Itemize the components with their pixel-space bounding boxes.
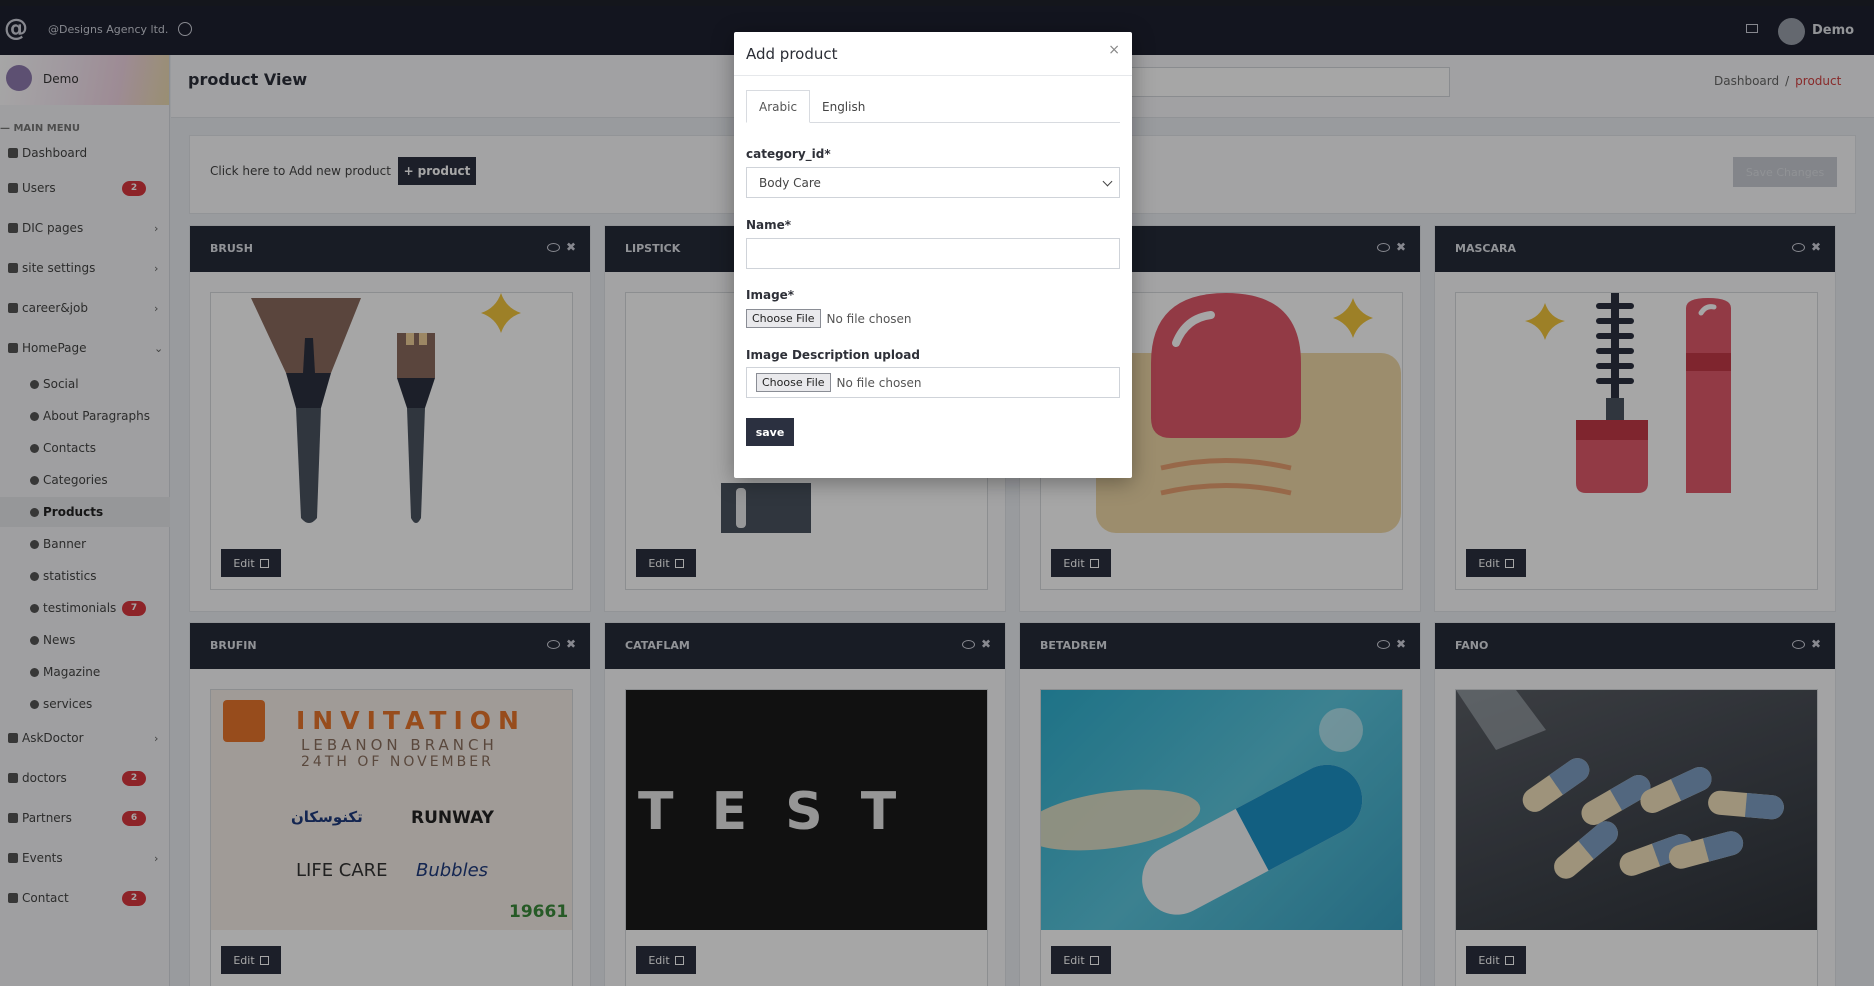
modal-title: Add product bbox=[746, 45, 838, 63]
no-file-text: No file chosen bbox=[836, 375, 922, 390]
image-file-input[interactable]: Choose File No file chosen bbox=[746, 309, 912, 328]
image-description-label: Image Description upload bbox=[746, 348, 920, 362]
choose-file-button[interactable]: Choose File bbox=[746, 309, 821, 328]
name-input[interactable] bbox=[746, 238, 1120, 269]
image-description-file-input[interactable]: Choose File No file chosen bbox=[746, 367, 1120, 398]
name-label: Name* bbox=[746, 218, 792, 232]
language-tabs: Arabic English bbox=[746, 90, 1120, 123]
tab-english[interactable]: English bbox=[810, 90, 877, 123]
tab-arabic[interactable]: Arabic bbox=[746, 90, 811, 123]
category-select[interactable]: Body Care bbox=[746, 167, 1120, 198]
add-product-modal: Add product × Arabic English category_id… bbox=[734, 32, 1132, 478]
image-label: Image* bbox=[746, 288, 795, 302]
chevron-down-icon bbox=[1102, 176, 1113, 187]
choose-file-button[interactable]: Choose File bbox=[756, 373, 831, 392]
close-icon[interactable]: × bbox=[1108, 42, 1120, 58]
modal-header: Add product × bbox=[734, 32, 1132, 76]
category-label: category_id* bbox=[746, 147, 831, 161]
no-file-text: No file chosen bbox=[826, 311, 912, 326]
save-button[interactable]: save bbox=[746, 418, 794, 446]
